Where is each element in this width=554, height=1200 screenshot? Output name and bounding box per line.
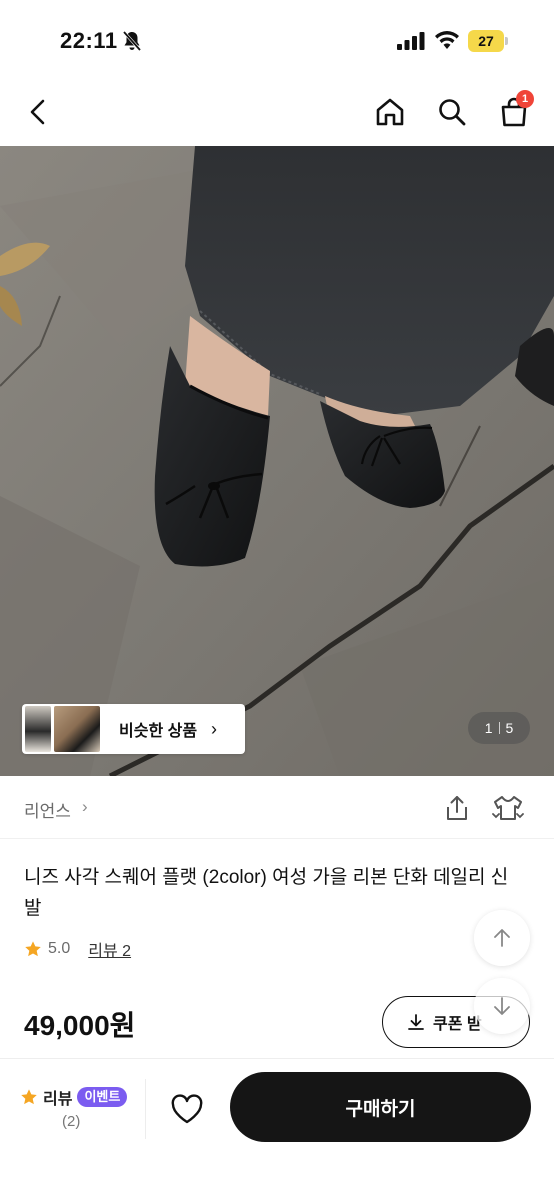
- arrow-up-icon: [494, 929, 510, 947]
- chevron-left-icon: [30, 99, 45, 125]
- top-nav: 1: [0, 80, 554, 146]
- back-button[interactable]: [20, 94, 56, 130]
- search-button[interactable]: [434, 94, 470, 130]
- pager-current: 1: [484, 720, 493, 736]
- scroll-to-bottom-button[interactable]: [474, 978, 530, 1034]
- similar-products-thumbnails: [25, 706, 103, 752]
- wishlist-button[interactable]: [166, 1089, 208, 1129]
- review-label: 리뷰: [43, 1091, 73, 1108]
- fitting-shirt-icon[interactable]: [492, 794, 524, 822]
- divider: [0, 838, 554, 839]
- product-image-carousel[interactable]: 비슷한 상품 › 1 5: [0, 146, 554, 776]
- arrow-down-icon: [494, 997, 510, 1015]
- event-badge: 이벤트: [77, 1087, 128, 1107]
- brand-link[interactable]: 리언스: [24, 797, 71, 822]
- similar-thumbnail: [54, 706, 100, 752]
- signal-icon: [397, 32, 425, 50]
- battery-level: 27: [478, 33, 494, 49]
- download-icon: [408, 1014, 424, 1030]
- pager-divider: [498, 722, 500, 734]
- review-count-link[interactable]: 리뷰 2: [88, 937, 131, 961]
- status-bar: 22:11 27: [0, 0, 554, 80]
- chevron-right-icon: ›: [82, 797, 88, 816]
- product-detail-page: 22:11 27 1 비슷한 상품 › 1 5 리언스 › 니즈 사각 스퀘어 …: [0, 0, 554, 1200]
- search-icon: [439, 99, 466, 126]
- star-icon: [25, 941, 41, 957]
- similar-thumbnail: [25, 706, 51, 752]
- brand-row: 리언스 ›: [0, 776, 554, 838]
- similar-products-label: 비슷한 상품: [119, 723, 198, 740]
- heart-icon: [171, 1094, 203, 1124]
- bell-off-icon: [122, 31, 142, 51]
- cart-count-badge: 1: [516, 90, 534, 108]
- cart-button[interactable]: 1: [496, 90, 534, 130]
- rating-score: 5.0: [48, 940, 71, 957]
- chevron-right-icon: ›: [211, 718, 218, 739]
- divider: [145, 1079, 146, 1139]
- star-icon: [21, 1089, 37, 1105]
- home-icon: [376, 98, 404, 126]
- product-title: 니즈 사각 스퀘어 플랫 (2color) 여성 가을 리본 단화 데일리 신발: [24, 867, 509, 919]
- home-button[interactable]: [372, 94, 408, 130]
- bottom-action-bar: 리뷰 이벤트 (2) 구매하기: [0, 1058, 554, 1200]
- similar-products-button[interactable]: 비슷한 상품 ›: [22, 704, 245, 754]
- product-photo: [0, 146, 554, 776]
- scroll-to-top-button[interactable]: [474, 910, 530, 966]
- review-event-button[interactable]: 리뷰 이벤트 (2): [20, 1085, 130, 1135]
- wifi-icon: [435, 31, 459, 49]
- review-count: (2): [62, 1113, 81, 1130]
- product-price: 49,000원: [24, 1010, 136, 1041]
- pager-total: 5: [505, 720, 514, 736]
- battery-icon: 27: [468, 30, 508, 52]
- rating-row: 5.0 리뷰 2: [24, 937, 131, 961]
- buy-button[interactable]: 구매하기: [230, 1072, 531, 1142]
- share-icon[interactable]: [444, 794, 470, 822]
- status-time: 22:11: [60, 28, 118, 53]
- image-pager: 1 5: [468, 712, 530, 744]
